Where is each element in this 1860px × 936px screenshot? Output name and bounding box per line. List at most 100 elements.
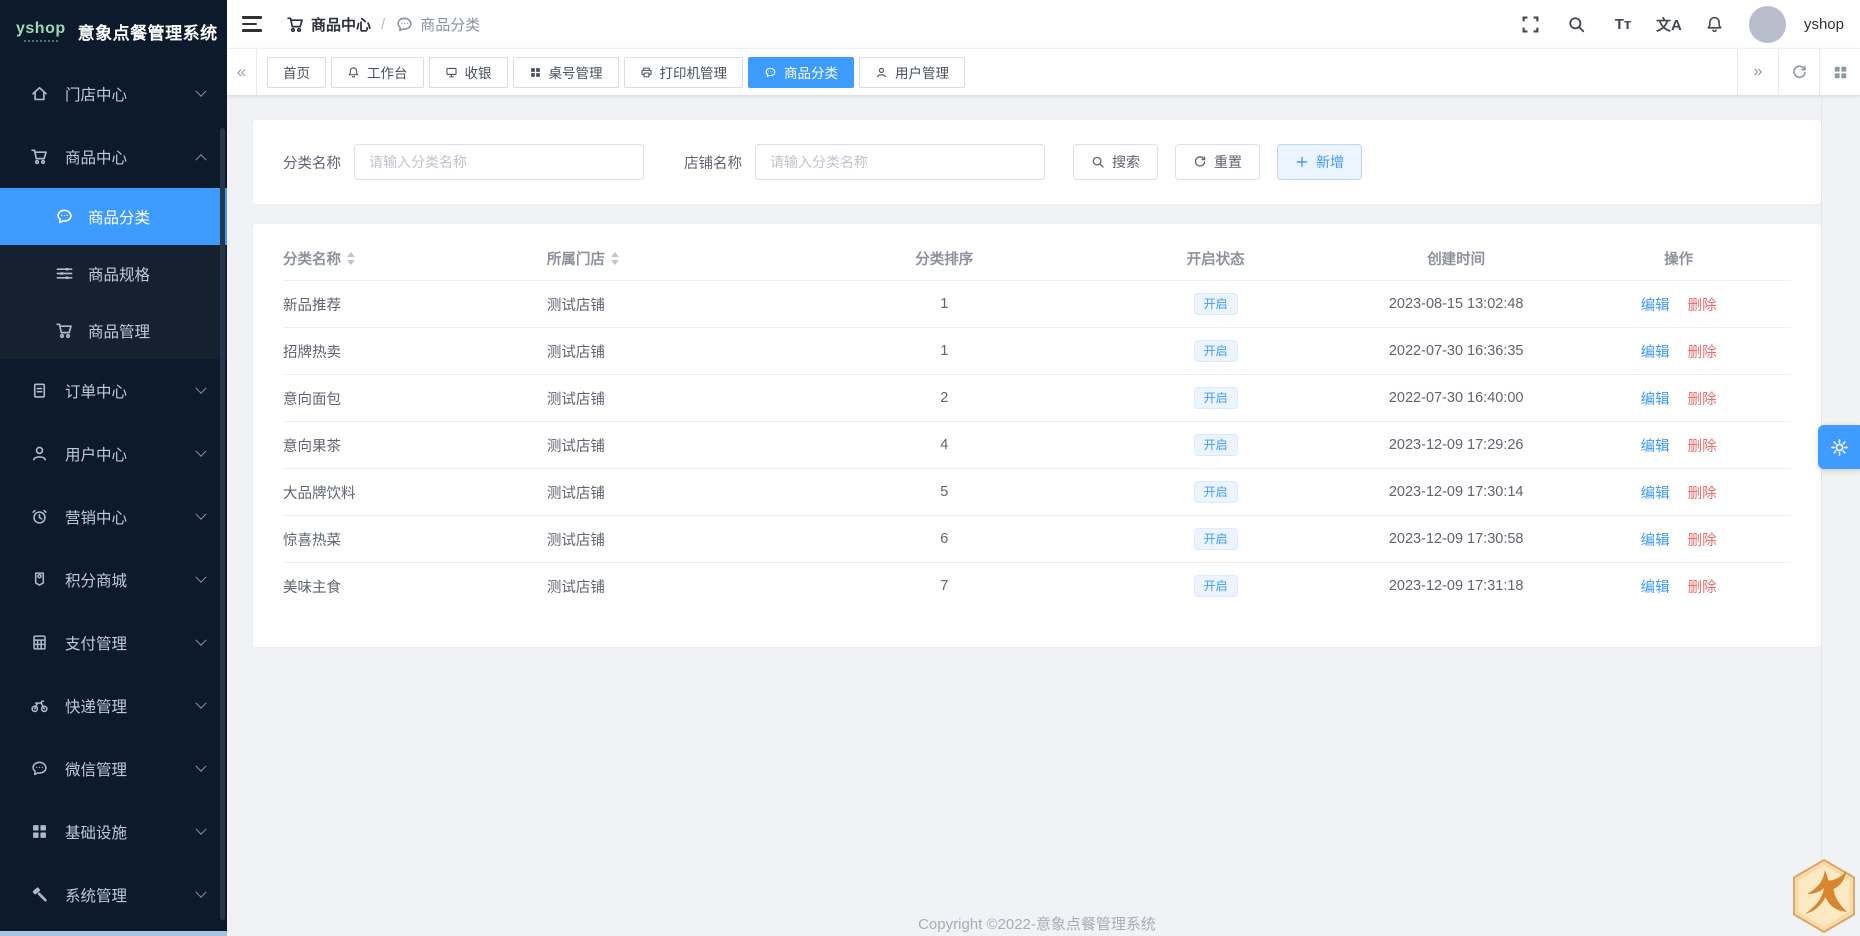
status-badge: 开启 [1193, 340, 1238, 362]
delete-link[interactable]: 删除 [1688, 482, 1717, 503]
category-table: 分类名称 所属门店 分类排序 开启状态 创建时间 操作 新品推荐 测试店铺 1 … [252, 223, 1822, 648]
table-row: 新品推荐 测试店铺 1 开启 2023-08-15 13:02:48 编辑 删除 [283, 280, 1791, 327]
edit-link[interactable]: 编辑 [1641, 576, 1670, 597]
sidebar-item[interactable]: 积分商城 [0, 548, 227, 611]
edit-link[interactable]: 编辑 [1641, 341, 1670, 362]
cell-created: 2023-12-09 17:29:26 [1388, 437, 1524, 453]
tab-item[interactable]: 打印机管理 [623, 56, 743, 88]
user-name[interactable]: yshop [1804, 16, 1844, 33]
table-row: 意向果茶 测试店铺 4 开启 2023-12-09 17:29:26 编辑 删除 [283, 421, 1791, 468]
layout-grid-icon[interactable] [1819, 49, 1860, 95]
sidebar-item[interactable]: 系统管理 [0, 863, 227, 926]
bell-icon[interactable] [1697, 6, 1733, 42]
tabs-scroll-left-icon[interactable]: « [227, 49, 257, 95]
sort-carets-icon[interactable] [610, 251, 619, 265]
edit-link[interactable]: 编辑 [1641, 529, 1670, 550]
sidebar-item[interactable]: 快递管理 [0, 674, 227, 737]
sidebar-item[interactable]: 基础设施 [0, 800, 227, 863]
bird-badge[interactable] [1789, 857, 1859, 935]
breadcrumb: 商品中心 / 商品分类 [286, 14, 480, 35]
sidebar-item[interactable]: 用户中心 [0, 422, 227, 485]
sidebar-subitem[interactable]: 商品规格 [0, 245, 227, 302]
sidebar-horizontal-scrollbar[interactable] [0, 931, 227, 936]
tab-item[interactable]: 工作台 [331, 56, 424, 88]
sidebar-item[interactable]: 订单中心 [0, 359, 227, 422]
edit-link[interactable]: 编辑 [1641, 482, 1670, 503]
refresh-icon[interactable] [1778, 49, 1819, 95]
header-actions: Tт 文A yshop [1513, 5, 1848, 43]
tab-item[interactable]: 用户管理 [859, 56, 965, 88]
edit-link[interactable]: 编辑 [1641, 435, 1670, 456]
chevron-up-icon [195, 153, 207, 165]
column-header[interactable]: 分类名称 [283, 248, 547, 269]
column-header[interactable]: 所属门店 [547, 248, 803, 269]
delete-link[interactable]: 删除 [1688, 435, 1717, 456]
search-button[interactable]: 搜索 [1073, 144, 1158, 180]
main-area: 商品中心 / 商品分类 Tт 文A yshop « 首页 工作台 收银 桌号管理 [227, 0, 1860, 936]
cell-status: 开启 [1085, 528, 1346, 550]
footer-copyright: Copyright ©2022-意象点餐管理系统 [918, 916, 1156, 933]
chat-icon [764, 66, 777, 79]
grid-icon [30, 822, 50, 842]
sidebar-item[interactable]: 营销中心 [0, 485, 227, 548]
hamburger-icon[interactable] [242, 16, 262, 32]
delete-link[interactable]: 删除 [1688, 388, 1717, 409]
breadcrumb-root[interactable]: 商品中心 [286, 14, 371, 35]
settings-button[interactable] [1818, 425, 1860, 469]
breadcrumb-leaf: 商品分类 [395, 14, 480, 35]
filter-panel: 分类名称 店铺名称 搜索 重置 新增 [252, 119, 1822, 205]
content-scrollbar[interactable] [1821, 97, 1822, 936]
fullscreen-icon[interactable] [1513, 6, 1549, 42]
status-badge: 开启 [1193, 293, 1238, 315]
bell-icon [347, 66, 360, 79]
hammer-icon [30, 885, 50, 905]
delete-link[interactable]: 删除 [1688, 529, 1717, 550]
sidebar-item[interactable]: 商品中心 [0, 125, 227, 188]
cell-category-name: 新品推荐 [283, 297, 341, 314]
reset-button[interactable]: 重置 [1175, 144, 1260, 180]
cart-icon [286, 15, 304, 33]
monitor-icon [445, 66, 458, 79]
sidebar-scrollbar[interactable] [220, 128, 225, 920]
edit-link[interactable]: 编辑 [1641, 388, 1670, 409]
status-badge: 开启 [1193, 575, 1238, 597]
sidebar-subitem[interactable]: 商品管理 [0, 302, 227, 359]
cell-shop-name: 测试店铺 [546, 485, 605, 502]
cell-sort: 2 [940, 390, 949, 406]
table-header-row: 分类名称 所属门店 分类排序 开启状态 创建时间 操作 [283, 236, 1791, 280]
delete-link[interactable]: 删除 [1688, 341, 1717, 362]
tab-item[interactable]: 商品分类 [748, 56, 854, 88]
cell-shop-name: 测试店铺 [546, 297, 605, 314]
translate-icon[interactable]: 文A [1651, 6, 1687, 42]
shop-name-input[interactable] [755, 144, 1045, 180]
home-icon [30, 84, 50, 104]
sort-carets-icon[interactable] [347, 251, 355, 265]
chevron-down-icon [195, 508, 207, 520]
sidebar-item[interactable]: 门店中心 [0, 62, 227, 125]
hummingbird-hexagon-icon [1793, 858, 1855, 934]
edit-link[interactable]: 编辑 [1641, 294, 1670, 315]
cell-sort: 5 [940, 484, 949, 500]
tabs-scroll-right-icon[interactable]: » [1737, 49, 1778, 95]
delete-link[interactable]: 删除 [1688, 576, 1717, 597]
page-content: 分类名称 店铺名称 搜索 重置 新增 分类名称 所属门店 分类排序 [227, 97, 1860, 936]
avatar[interactable] [1748, 5, 1786, 43]
table-row: 美味主食 测试店铺 7 开启 2023-12-09 17:31:18 编辑 删除 [283, 562, 1791, 609]
search-icon[interactable] [1559, 6, 1595, 42]
table-row: 招牌热卖 测试店铺 1 开启 2022-07-30 16:36:35 编辑 删除 [283, 327, 1791, 374]
font-size-icon[interactable]: Tт [1605, 6, 1641, 42]
sidebar-item[interactable]: 微信管理 [0, 737, 227, 800]
chevron-down-icon [195, 886, 207, 898]
sidebar-submenu: 商品分类 商品规格 商品管理 [0, 188, 227, 359]
tab-item[interactable]: 桌号管理 [512, 56, 619, 88]
tab-item[interactable]: 收银 [428, 56, 508, 88]
tab-item[interactable]: 首页 [267, 56, 326, 88]
category-name-input[interactable] [354, 144, 644, 180]
sidebar-subitem[interactable]: 商品分类 [0, 188, 227, 245]
add-button[interactable]: 新增 [1277, 144, 1362, 180]
delete-link[interactable]: 删除 [1688, 294, 1717, 315]
status-badge: 开启 [1193, 387, 1238, 409]
gear-icon [1830, 438, 1849, 457]
sidebar-item[interactable]: 支付管理 [0, 611, 227, 674]
cell-status: 开启 [1085, 293, 1346, 315]
